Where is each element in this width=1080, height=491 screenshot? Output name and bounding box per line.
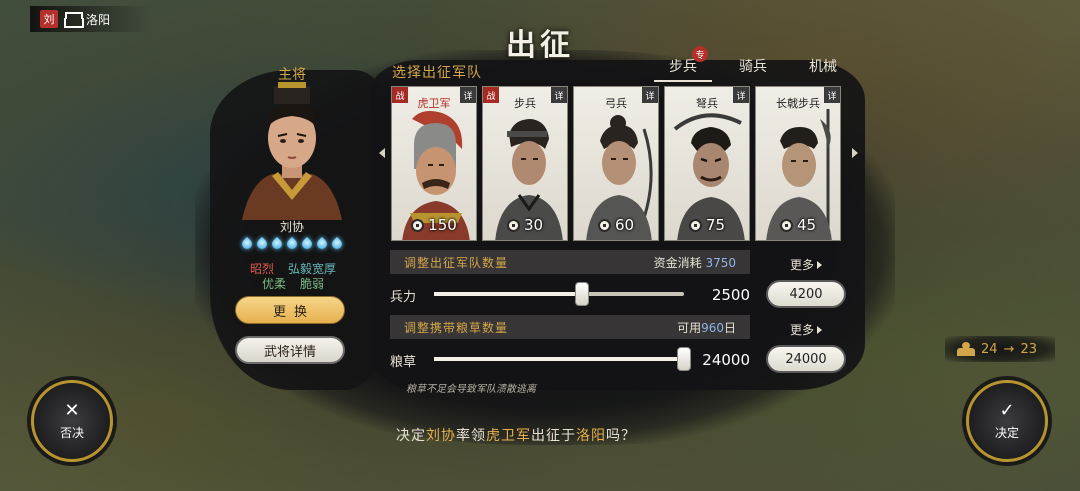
general-details-button[interactable]: 武将详情 <box>235 336 345 364</box>
supplies-title: 调整携带粮草数量 <box>404 320 509 335</box>
coin-icon <box>411 218 425 232</box>
supplies-more-link[interactable]: 更多 <box>790 321 822 338</box>
confirm-suffix: 吗？ <box>606 428 636 444</box>
confirm-label: 决定 <box>994 425 1019 440</box>
funds-cost: 资金消耗 3750 <box>654 254 736 271</box>
army-max-button[interactable]: 4200 <box>766 280 846 308</box>
scroll-right-icon[interactable] <box>852 148 858 158</box>
troop-card-halberd-infantry[interactable]: 详 长戟步兵 45 <box>755 86 841 241</box>
dialog-title: 出征 <box>506 28 574 63</box>
troop-card-infantry[interactable]: 战 详 步兵 30 <box>482 86 568 241</box>
supply-from: 24 <box>981 341 998 357</box>
cancel-label: 否决 <box>59 425 84 440</box>
drop-icon <box>241 236 253 252</box>
drop-icon <box>316 236 328 252</box>
troop-cost: 150 <box>392 216 476 234</box>
faction-badge: 刘 <box>40 10 58 28</box>
troop-select-label: 选择出征军队 <box>392 65 482 81</box>
general-name: 刘协 <box>279 220 304 234</box>
supplies-header: 调整携带粮草数量 可用960日 <box>390 315 750 339</box>
trait[interactable]: 优柔 <box>262 275 286 292</box>
army-size-title: 调整出征军队数量 <box>404 255 509 270</box>
drop-icon <box>286 236 298 252</box>
drop-icon <box>301 236 313 252</box>
confirm-target: 洛阳 <box>576 428 606 444</box>
specialty-badge: 专 <box>692 46 708 62</box>
tab-cavalry[interactable]: 骑兵 <box>718 56 788 78</box>
virtue-drops <box>230 236 354 254</box>
general-label: 主将 <box>278 67 306 83</box>
supply-arrow: → <box>1003 341 1015 357</box>
supplies-value: 24000 <box>702 351 750 369</box>
scroll-left-icon[interactable] <box>379 148 385 158</box>
confirm-mid: 出征于 <box>531 428 576 444</box>
troop-cost: 60 <box>574 216 658 234</box>
supplies-slider[interactable] <box>434 347 691 371</box>
cost-value: 60 <box>614 216 635 234</box>
troop-cost: 30 <box>483 216 567 234</box>
army-slider-fill <box>434 292 582 296</box>
confirm-prefix: 决定 <box>396 428 426 444</box>
army-slider-label: 兵力 <box>390 290 417 305</box>
cost-value: 75 <box>705 216 726 234</box>
coin-icon <box>506 218 520 232</box>
supplies-slider-fill <box>434 357 684 361</box>
close-icon: ✕ <box>64 399 80 421</box>
supply-indicator: 24 → 23 <box>945 336 1055 362</box>
location-bar: 刘 洛阳 <box>30 6 150 32</box>
supplies-max-button[interactable]: 24000 <box>766 345 846 373</box>
available-label: 可用 <box>677 320 702 335</box>
confirm-unit: 虎卫军 <box>486 428 531 444</box>
city-name: 洛阳 <box>86 12 111 27</box>
tab-machines[interactable]: 机械 <box>788 56 858 78</box>
cost-value: 150 <box>428 216 457 234</box>
troop-card-list: 战 详 虎卫军 150 战 详 步兵 30 详 弓兵 60 详 弩兵 75 详 … <box>391 86 843 241</box>
supply-to: 23 <box>1020 341 1037 357</box>
drop-icon <box>271 236 283 252</box>
general-portrait[interactable] <box>232 82 352 220</box>
troop-card-crossbowman[interactable]: 详 弩兵 75 <box>664 86 750 241</box>
funds-cost-value: 3750 <box>705 255 736 270</box>
confirm-general: 刘协 <box>426 428 456 444</box>
coin-icon <box>779 218 793 232</box>
army-more-link[interactable]: 更多 <box>790 256 822 273</box>
cost-value: 45 <box>796 216 817 234</box>
troop-card-tiger-guard[interactable]: 战 详 虎卫军 150 <box>391 86 477 241</box>
coin-icon <box>597 218 611 232</box>
supplies-warning: 粮草不足会导致军队溃散逃离 <box>406 384 536 395</box>
confirm-question: 决定 刘协 率领 虎卫军 出征于 洛阳 吗？ <box>396 425 636 445</box>
army-size-header: 调整出征军队数量 资金消耗 3750 <box>390 250 750 274</box>
change-general-button[interactable]: 更换 <box>235 296 345 324</box>
army-value: 2500 <box>711 286 750 304</box>
funds-cost-label: 资金消耗 <box>653 255 702 270</box>
troop-cost: 45 <box>756 216 840 234</box>
trait[interactable]: 脆弱 <box>300 275 324 292</box>
drop-icon <box>331 236 343 252</box>
supply-icon <box>957 342 975 356</box>
confirm-button[interactable]: ✓ 决定 <box>966 380 1048 462</box>
army-slider-handle[interactable] <box>574 282 589 306</box>
tab-infantry[interactable]: 步兵 <box>648 56 718 82</box>
troop-card-archer[interactable]: 详 弓兵 60 <box>573 86 659 241</box>
traits-row-2: 优柔 脆弱 <box>228 275 358 292</box>
city-icon <box>64 12 84 28</box>
check-icon: ✓ <box>999 399 1015 421</box>
confirm-verb: 率领 <box>456 428 486 444</box>
supplies-slider-label: 粮草 <box>390 355 417 370</box>
army-slider[interactable] <box>434 282 684 306</box>
coin-icon <box>688 218 702 232</box>
supplies-available: 可用960日 <box>677 319 736 336</box>
available-unit: 日 <box>723 320 736 335</box>
drop-icon <box>256 236 268 252</box>
cancel-button[interactable]: ✕ 否决 <box>31 380 113 462</box>
cost-value: 30 <box>523 216 544 234</box>
troop-tabs: 步兵 骑兵 机械 <box>648 56 858 82</box>
available-value: 960 <box>701 320 724 335</box>
troop-cost: 75 <box>665 216 749 234</box>
